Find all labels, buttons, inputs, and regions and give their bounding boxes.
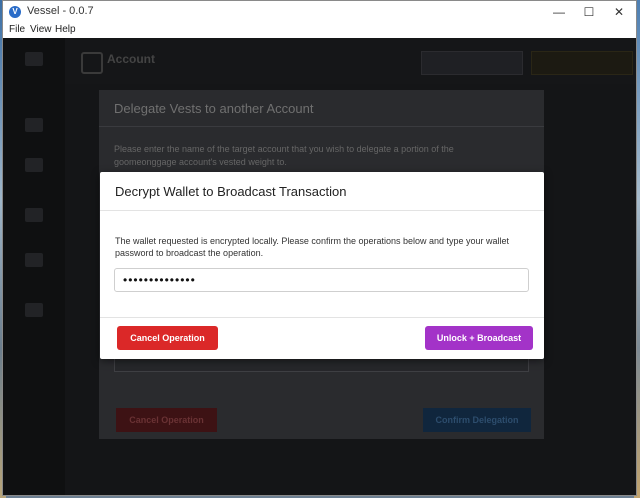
delegate-cancel-button: Cancel Operation bbox=[116, 408, 217, 432]
divider bbox=[100, 317, 544, 318]
confirm-delegation-button: Confirm Delegation bbox=[423, 408, 531, 432]
divider bbox=[99, 126, 544, 127]
sidebar-transfer-icon bbox=[25, 158, 43, 172]
sidebar-history-icon bbox=[25, 253, 43, 267]
app-logo-icon: V bbox=[9, 6, 21, 18]
menu-bar: File View Help bbox=[3, 23, 636, 39]
header-action-button bbox=[531, 51, 633, 75]
app-window: V Vessel - 0.0.7 — ☐ ✕ File View Help Ac… bbox=[2, 0, 637, 496]
app-header: Account bbox=[65, 38, 636, 84]
menu-view[interactable]: View bbox=[30, 24, 52, 35]
sidebar bbox=[3, 38, 65, 495]
header-account-select bbox=[421, 51, 523, 75]
close-button[interactable]: ✕ bbox=[604, 3, 634, 21]
account-icon bbox=[81, 52, 103, 74]
cancel-operation-button[interactable]: Cancel Operation bbox=[117, 326, 218, 350]
menu-file[interactable]: File bbox=[9, 24, 25, 35]
sidebar-logo-icon bbox=[25, 52, 43, 66]
modal-title: Decrypt Wallet to Broadcast Transaction bbox=[115, 184, 347, 199]
sidebar-vesting-icon bbox=[25, 208, 43, 222]
title-bar: V Vessel - 0.0.7 — ☐ ✕ bbox=[3, 1, 636, 23]
delegate-modal-description: Please enter the name of the target acco… bbox=[114, 144, 454, 167]
unlock-broadcast-button[interactable]: Unlock + Broadcast bbox=[425, 326, 533, 350]
modal-description: The wallet requested is encrypted locall… bbox=[115, 236, 510, 258]
header-title: Account bbox=[107, 52, 155, 66]
delegate-modal-title: Delegate Vests to another Account bbox=[114, 101, 314, 116]
maximize-button[interactable]: ☐ bbox=[574, 3, 604, 21]
window-title: Vessel - 0.0.7 bbox=[27, 5, 94, 17]
menu-help[interactable]: Help bbox=[55, 24, 76, 35]
sidebar-accounts-icon bbox=[25, 118, 43, 132]
divider bbox=[100, 210, 544, 211]
sidebar-settings-icon bbox=[25, 303, 43, 317]
password-input[interactable] bbox=[114, 268, 529, 292]
minimize-button[interactable]: — bbox=[544, 3, 574, 21]
decrypt-wallet-modal: Decrypt Wallet to Broadcast Transaction … bbox=[100, 172, 544, 359]
